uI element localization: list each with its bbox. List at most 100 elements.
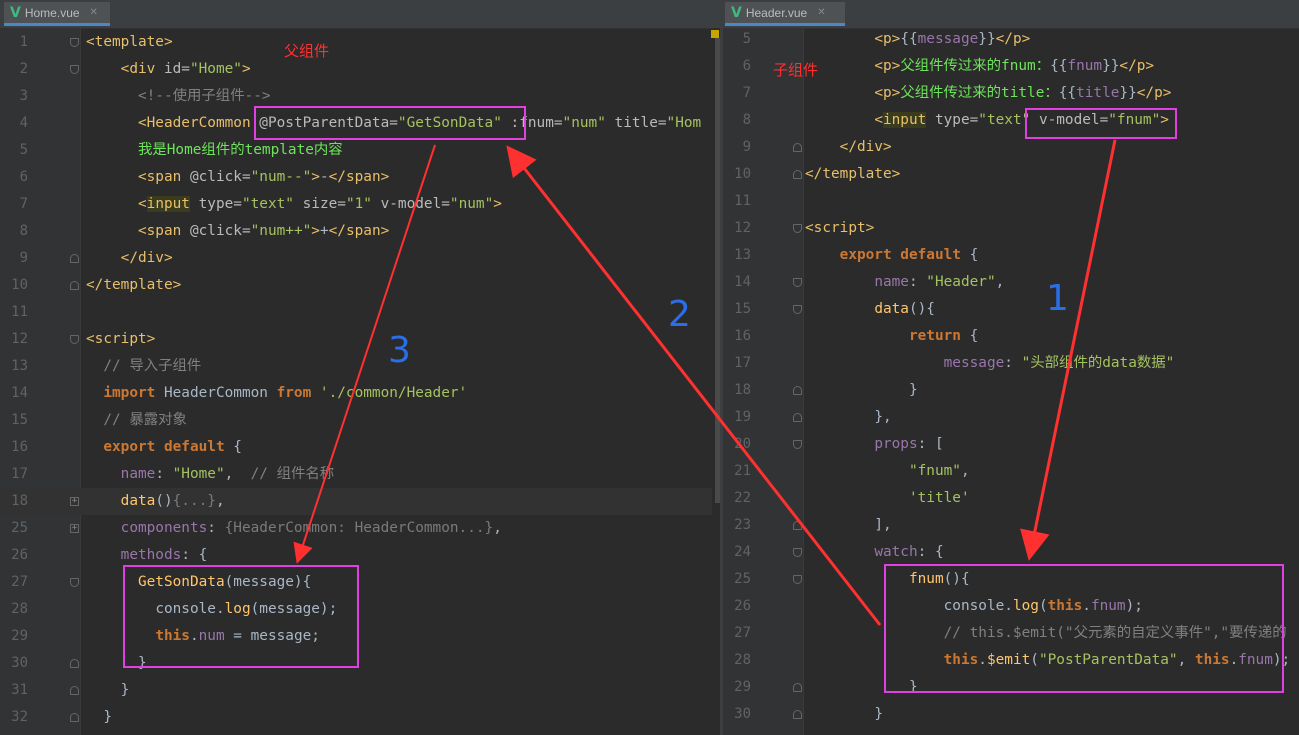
code-line[interactable]: 11 bbox=[0, 299, 712, 326]
code-line[interactable]: 16 export default { bbox=[0, 434, 712, 461]
fold-marker-icon[interactable] bbox=[70, 713, 79, 722]
line-number: 18 bbox=[734, 382, 751, 398]
code-token: "num" bbox=[562, 115, 606, 131]
code-line[interactable]: 10 </template> bbox=[0, 272, 712, 299]
fold-marker-icon[interactable] bbox=[70, 38, 79, 47]
expand-fold-icon[interactable]: + bbox=[70, 524, 79, 533]
code-line[interactable]: 12 <script> bbox=[0, 326, 712, 353]
code-token: < bbox=[874, 112, 883, 128]
fold-marker-icon[interactable] bbox=[70, 281, 79, 290]
line-number: 11 bbox=[734, 193, 751, 209]
code-line[interactable]: 2 <div id="Home"> bbox=[0, 56, 712, 83]
fold-marker-icon[interactable] bbox=[70, 254, 79, 263]
code-line[interactable]: 19 }, bbox=[723, 404, 1299, 431]
code-line[interactable]: 18 } bbox=[723, 377, 1299, 404]
line-number: 30 bbox=[11, 655, 28, 671]
code-token: </span> bbox=[328, 223, 390, 239]
fold-marker-icon[interactable] bbox=[70, 335, 79, 344]
fold-marker-icon[interactable] bbox=[70, 686, 79, 695]
code-token: data bbox=[120, 493, 156, 509]
code-line[interactable]: 30 } bbox=[723, 701, 1299, 728]
fold-marker-icon[interactable] bbox=[793, 224, 802, 233]
expand-fold-icon[interactable]: + bbox=[70, 497, 79, 506]
code-line[interactable]: 7 <input type="text" size="1" v-model="n… bbox=[0, 191, 712, 218]
tab-home-vue[interactable]: V Home.vue ✕ bbox=[4, 2, 110, 26]
code-token: title bbox=[1076, 85, 1120, 101]
code-line[interactable]: 8 <span @click="num++">+</span> bbox=[0, 218, 712, 245]
fold-marker-icon[interactable] bbox=[70, 578, 79, 587]
code-line[interactable]: 10 </template> bbox=[723, 161, 1299, 188]
code-line[interactable]: 9 </div> bbox=[723, 134, 1299, 161]
code-token: './common/Header' bbox=[311, 385, 468, 401]
fold-marker-icon[interactable] bbox=[70, 65, 79, 74]
code-text: <p>{{message}}</p> bbox=[805, 26, 1030, 53]
code-token: "Home" bbox=[172, 466, 225, 482]
line-number: 31 bbox=[11, 682, 28, 698]
code-line[interactable]: 18 + data(){...}, bbox=[0, 488, 712, 515]
code-line[interactable]: 8 <input type="text" v-model="fnum"> bbox=[723, 107, 1299, 134]
code-token: } bbox=[120, 682, 130, 698]
fold-marker-icon[interactable] bbox=[793, 440, 802, 449]
code-line[interactable]: 17 message: "头部组件的data数据" bbox=[723, 350, 1299, 377]
code-token: message bbox=[943, 355, 1005, 371]
code-line[interactable]: 5 我是Home组件的template内容 bbox=[0, 137, 712, 164]
fold-marker-icon[interactable] bbox=[793, 683, 802, 692]
code-line[interactable]: 25 + components: {HeaderCommon: HeaderCom… bbox=[0, 515, 712, 542]
code-line[interactable]: 20 props: [ bbox=[723, 431, 1299, 458]
code-line[interactable]: 15 data(){ bbox=[723, 296, 1299, 323]
fold-marker-icon[interactable] bbox=[793, 305, 802, 314]
code-line[interactable]: 23 ], bbox=[723, 512, 1299, 539]
fold-marker-icon[interactable] bbox=[793, 278, 802, 287]
code-line[interactable]: 24 watch: { bbox=[723, 539, 1299, 566]
code-line[interactable]: 1 <template> bbox=[0, 29, 712, 56]
line-number: 12 bbox=[11, 331, 28, 347]
code-token: : bbox=[1004, 355, 1022, 371]
code-token: input bbox=[882, 112, 927, 128]
code-line[interactable]: 21 "fnum", bbox=[723, 458, 1299, 485]
code-line[interactable]: 6 <span @click="num--">-</span> bbox=[0, 164, 712, 191]
line-number: 11 bbox=[11, 304, 28, 320]
code-token: { bbox=[224, 439, 242, 455]
line-number: 16 bbox=[11, 439, 28, 455]
code-line[interactable]: 14 import HeaderCommon from './common/He… bbox=[0, 380, 712, 407]
code-text: export default { bbox=[805, 242, 979, 269]
code-line[interactable]: 32 } bbox=[0, 704, 712, 731]
fold-marker-icon[interactable] bbox=[793, 710, 802, 719]
fold-marker-icon[interactable] bbox=[793, 521, 802, 530]
code-line[interactable]: 22 'title' bbox=[723, 485, 1299, 512]
code-line[interactable]: 11 bbox=[723, 188, 1299, 215]
code-line[interactable]: 5 <p>{{message}}</p> bbox=[723, 26, 1299, 53]
fold-marker-icon[interactable] bbox=[70, 659, 79, 668]
fold-marker-icon[interactable] bbox=[793, 575, 802, 584]
tab-header-vue[interactable]: V Header.vue ✕ bbox=[725, 2, 845, 26]
fold-marker-icon[interactable] bbox=[793, 386, 802, 395]
line-number: 22 bbox=[734, 490, 751, 506]
code-token: <div bbox=[120, 61, 156, 77]
fold-marker-icon[interactable] bbox=[793, 413, 802, 422]
line-number: 6 bbox=[19, 169, 28, 185]
code-line[interactable]: 17 name: "Home", // 组件名称 bbox=[0, 461, 712, 488]
code-line[interactable]: 7 <p>父组件传过来的title：{{title}}</p> bbox=[723, 80, 1299, 107]
close-icon[interactable]: ✕ bbox=[90, 7, 98, 18]
code-line[interactable]: 15 // 暴露对象 bbox=[0, 407, 712, 434]
line-number: 27 bbox=[734, 625, 751, 641]
close-icon[interactable]: ✕ bbox=[817, 7, 825, 18]
code-line[interactable]: 9 </div> bbox=[0, 245, 712, 272]
code-line[interactable]: 31 } bbox=[0, 677, 712, 704]
vue-file-icon: V bbox=[10, 4, 21, 21]
code-line[interactable]: 16 return { bbox=[723, 323, 1299, 350]
fold-marker-icon[interactable] bbox=[793, 170, 802, 179]
code-token: "num" bbox=[449, 196, 494, 212]
code-line[interactable]: 12 <script> bbox=[723, 215, 1299, 242]
fold-marker-icon[interactable] bbox=[793, 143, 802, 152]
code-line[interactable]: 13 export default { bbox=[723, 242, 1299, 269]
code-line[interactable]: 13 // 导入子组件 bbox=[0, 353, 712, 380]
code-token: methods bbox=[120, 547, 182, 563]
code-line[interactable]: 14 name: "Header", bbox=[723, 269, 1299, 296]
fold-marker-icon[interactable] bbox=[793, 548, 802, 557]
